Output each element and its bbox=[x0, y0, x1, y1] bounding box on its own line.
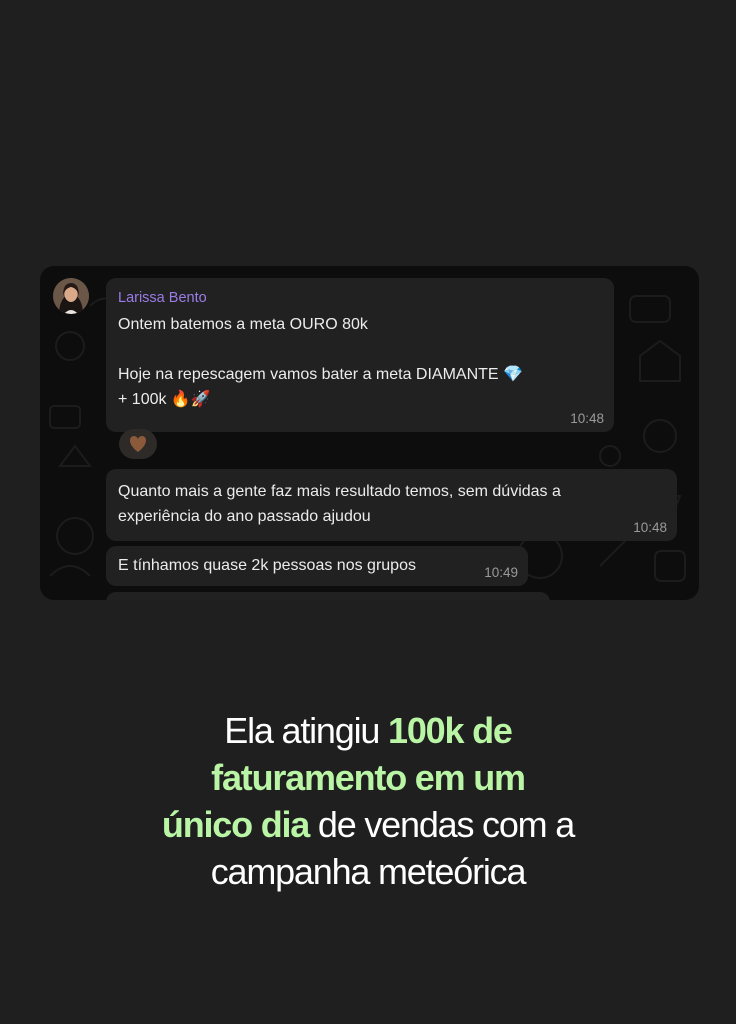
caption-text: Ela atingiu 100k de faturamento em um ún… bbox=[0, 707, 736, 895]
sender-avatar[interactable] bbox=[53, 278, 89, 314]
caption-line: campanha meteórica bbox=[0, 848, 736, 895]
message-text-line: Quanto mais a gente faz mais resultado t… bbox=[118, 483, 561, 500]
caption-line: faturamento em um bbox=[0, 754, 736, 801]
chat-screenshot: Larissa Bento Ontem batemos a meta OURO … bbox=[40, 266, 699, 600]
sender-name[interactable]: Larissa Bento bbox=[118, 288, 602, 308]
caption-line: único dia de vendas com a bbox=[0, 801, 736, 848]
caption-text-plain: Ela atingiu bbox=[224, 710, 389, 751]
message-text-line: Hoje na repescagem vamos bater a meta DI… bbox=[118, 366, 523, 383]
message-text-line: + 100k 🔥🚀 bbox=[118, 391, 211, 408]
reaction-badge[interactable] bbox=[119, 429, 157, 459]
message-bubble[interactable]: E tínhamos quase 2k pessoas nos grupos 1… bbox=[106, 546, 528, 586]
brown-heart-icon bbox=[129, 436, 147, 452]
caption-highlight: único dia bbox=[161, 804, 310, 845]
message-text-line: E tínhamos quase 2k pessoas nos grupos bbox=[118, 557, 416, 574]
caption-line: Ela atingiu 100k de bbox=[0, 707, 736, 754]
caption-text-plain: de vendas com a bbox=[309, 804, 575, 845]
caption-highlight: 100k de bbox=[388, 710, 513, 751]
message-bubble-partial bbox=[106, 592, 550, 600]
message-bubble[interactable]: Quanto mais a gente faz mais resultado t… bbox=[106, 469, 677, 541]
message-timestamp: 10:49 bbox=[484, 565, 518, 580]
message-bubble[interactable]: Larissa Bento Ontem batemos a meta OURO … bbox=[106, 278, 614, 432]
message-text-line bbox=[118, 337, 602, 362]
message-timestamp: 10:48 bbox=[633, 520, 667, 535]
message-text-line: Ontem batemos a meta OURO 80k bbox=[118, 316, 368, 333]
message-text-line: experiência do ano passado ajudou bbox=[118, 508, 371, 525]
story-page: Larissa Bento Ontem batemos a meta OURO … bbox=[0, 0, 736, 1024]
caption-highlight: faturamento em um bbox=[211, 757, 526, 798]
caption-text-plain: campanha meteórica bbox=[210, 851, 527, 892]
message-timestamp: 10:48 bbox=[570, 411, 604, 426]
user-avatar-icon bbox=[53, 278, 89, 314]
